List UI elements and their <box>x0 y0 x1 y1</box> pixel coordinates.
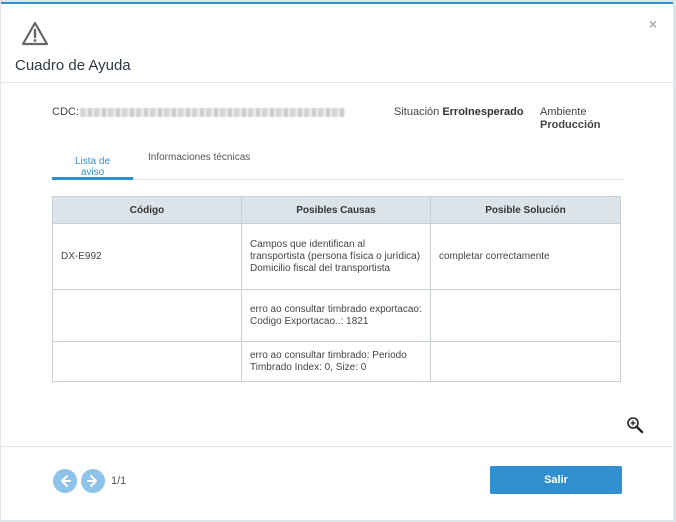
cell-codigo: DX-E992 <box>52 223 242 290</box>
tab-bar: Lista de aviso Informaciones técnicas <box>52 150 624 180</box>
column-header-codigo: Código <box>52 196 242 224</box>
ambiente-label: Ambiente <box>540 106 587 118</box>
salir-button[interactable]: Salir <box>490 466 622 494</box>
cell-solucion: completar correctamente <box>430 223 621 290</box>
ambiente-value: Producción <box>540 119 601 131</box>
tab-informaciones-tecnicas[interactable]: Informaciones técnicas <box>138 150 260 180</box>
situacion-label: Situación <box>394 106 443 118</box>
cell-codigo <box>52 289 242 342</box>
warning-icon <box>21 21 49 46</box>
table-row: DX-E992 Campos que identifican al transp… <box>52 223 621 290</box>
cdc-label: CDC: <box>52 106 79 118</box>
column-header-causas: Posibles Causas <box>241 196 431 224</box>
cell-causa: erro ao consultar timbrado exportacao: C… <box>241 289 431 342</box>
arrow-left-icon <box>61 475 71 487</box>
column-header-solucion: Posible Solución <box>430 196 621 224</box>
situacion-field: Situación ErroInesperado <box>394 106 524 118</box>
page-indicator: 1/1 <box>111 475 127 487</box>
dialog-header: Cuadro de Ayuda × <box>1 4 673 83</box>
cell-causa: erro ao consultar timbrado: Periodo Timb… <box>241 341 431 382</box>
cdc-value-redacted <box>80 108 345 117</box>
table-header-row: Código Posibles Causas Posible Solución <box>52 196 621 224</box>
cell-solucion <box>430 289 621 342</box>
next-page-button[interactable] <box>81 469 105 493</box>
cell-causa: Campos que identifican al transportista … <box>241 223 431 290</box>
situacion-value: ErroInesperado <box>442 106 524 118</box>
warnings-table: Código Posibles Causas Posible Solución … <box>52 196 621 382</box>
arrow-right-icon <box>87 475 97 487</box>
tab-lista-de-aviso[interactable]: Lista de aviso <box>52 150 133 180</box>
zoom-in-icon[interactable] <box>626 416 644 434</box>
table-row: erro ao consultar timbrado: Periodo Timb… <box>52 341 621 382</box>
close-icon[interactable]: × <box>649 16 657 32</box>
previous-page-button[interactable] <box>53 469 77 493</box>
ambiente-field: Ambiente Producción <box>540 106 601 132</box>
dialog-title: Cuadro de Ayuda <box>15 57 131 74</box>
cell-solucion <box>430 341 621 382</box>
cell-codigo <box>52 341 242 382</box>
table-row: erro ao consultar timbrado exportacao: C… <box>52 289 621 342</box>
